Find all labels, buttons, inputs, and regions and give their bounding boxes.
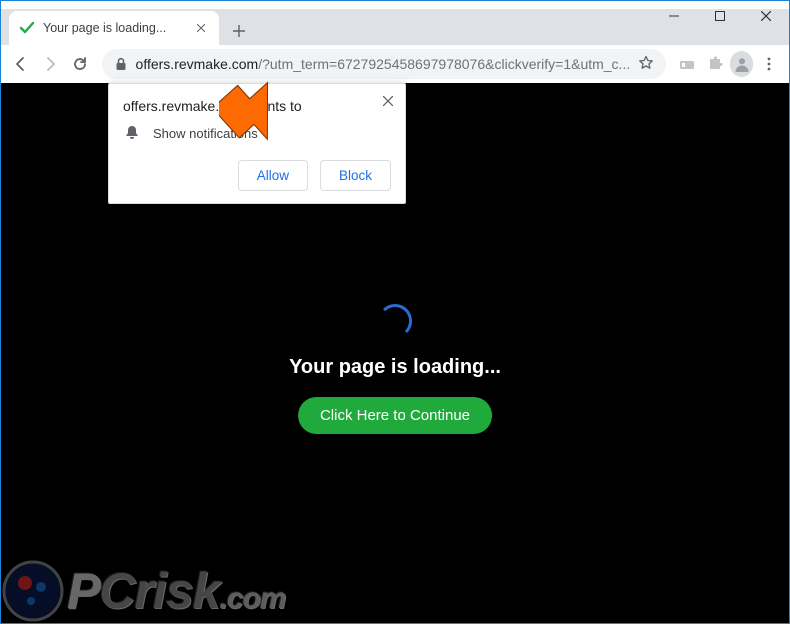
dialog-actions: Allow Block xyxy=(123,160,391,191)
minimize-icon xyxy=(669,11,679,21)
window-minimize-button[interactable] xyxy=(651,1,697,31)
favicon-checkmark-icon xyxy=(19,20,35,36)
notification-permission-dialog: offers.revmake.com wants to Show notific… xyxy=(108,83,406,204)
kebab-menu-icon xyxy=(762,57,776,71)
browser-window: Your page is loading... offers.revmake.c… xyxy=(0,0,790,624)
bookmark-button[interactable] xyxy=(638,55,654,74)
person-icon xyxy=(733,55,751,73)
loading-heading: Your page is loading... xyxy=(289,356,501,379)
extension-1-button[interactable] xyxy=(674,50,700,78)
main-menu-button[interactable] xyxy=(755,49,783,79)
permission-label: Show notifications xyxy=(153,126,258,141)
watermark: PCrisk.com xyxy=(1,559,285,623)
plus-icon xyxy=(233,25,245,37)
reload-icon xyxy=(72,56,88,72)
bell-icon xyxy=(123,124,141,142)
arrow-right-icon xyxy=(42,56,58,72)
nav-back-button[interactable] xyxy=(7,49,35,79)
block-button[interactable]: Block xyxy=(320,160,391,191)
nav-forward-button[interactable] xyxy=(37,49,65,79)
content-center: Your page is loading... Click Here to Co… xyxy=(289,304,501,434)
window-controls xyxy=(651,1,789,31)
tab-active[interactable]: Your page is loading... xyxy=(9,11,219,45)
continue-button[interactable]: Click Here to Continue xyxy=(298,397,492,434)
window-close-button[interactable] xyxy=(743,1,789,31)
dialog-title: offers.revmake.com wants to xyxy=(123,98,391,114)
url-path: /?utm_term=6727925458697978076&clickveri… xyxy=(258,56,630,72)
new-tab-button[interactable] xyxy=(225,17,253,45)
watermark-logo-icon xyxy=(1,559,65,623)
star-icon xyxy=(638,55,654,71)
tab-title: Your page is loading... xyxy=(43,21,185,35)
url-text: offers.revmake.com/?utm_term=67279254586… xyxy=(136,56,631,72)
lock-icon xyxy=(114,57,128,71)
url-domain: offers.revmake.com xyxy=(136,56,259,72)
close-icon xyxy=(197,24,205,32)
toolbar: offers.revmake.com/?utm_term=67279254586… xyxy=(1,45,789,84)
maximize-icon xyxy=(715,11,725,21)
watermark-text: PCrisk.com xyxy=(67,562,285,620)
arrow-left-icon xyxy=(13,56,29,72)
nav-reload-button[interactable] xyxy=(66,49,94,79)
close-icon xyxy=(383,96,393,106)
extension-icon xyxy=(679,56,695,72)
close-icon xyxy=(761,11,771,21)
puzzle-icon xyxy=(707,56,723,72)
address-bar[interactable]: offers.revmake.com/?utm_term=67279254586… xyxy=(102,49,667,79)
allow-button[interactable]: Allow xyxy=(238,160,308,191)
dialog-close-button[interactable] xyxy=(379,92,397,110)
tab-close-button[interactable] xyxy=(193,20,209,36)
profile-button[interactable] xyxy=(730,51,754,77)
extension-2-button[interactable] xyxy=(702,50,728,78)
permission-row: Show notifications xyxy=(123,124,391,142)
spinner-icon xyxy=(378,304,412,338)
window-maximize-button[interactable] xyxy=(697,1,743,31)
